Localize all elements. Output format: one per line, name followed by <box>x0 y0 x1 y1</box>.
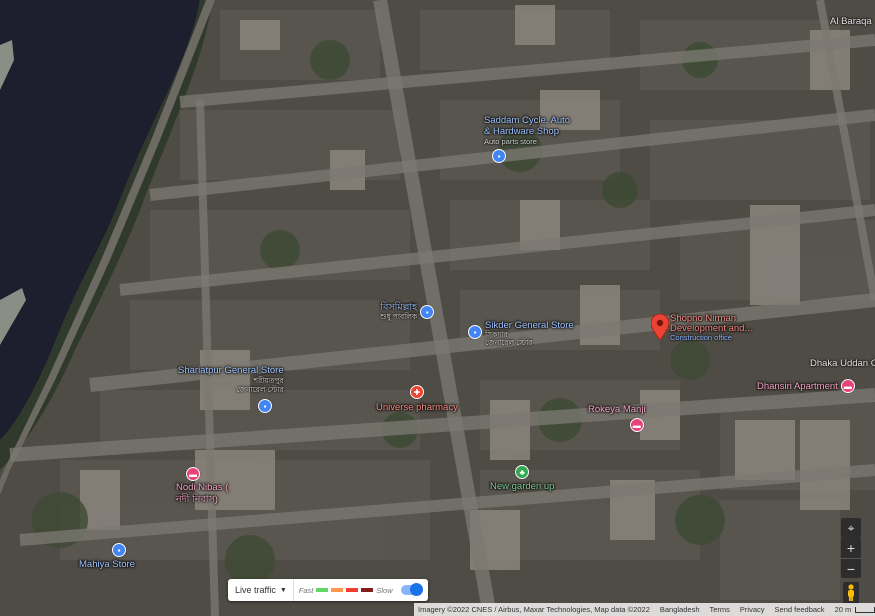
toggle-knob <box>410 583 423 596</box>
traffic-legend: Fast Slow <box>294 586 398 595</box>
poi-label-2: নদী নিবাস) <box>176 494 218 505</box>
scale-label[interactable]: 20 m <box>835 605 852 614</box>
traffic-segment-slow <box>346 588 359 592</box>
privacy-link[interactable]: Privacy <box>740 605 765 614</box>
red-pin-icon[interactable] <box>651 314 669 340</box>
poi-label: Saddam Cycle, Auto <box>484 115 571 126</box>
poi-category: জেনারেল স্টোর <box>236 385 284 394</box>
map-footer: Imagery ©2022 CNES / Airbus, Maxar Techn… <box>414 603 875 616</box>
poi-label-2: & Hardware Shop <box>484 126 559 137</box>
poi-label-2: শুধু পাবলিক <box>380 312 418 321</box>
shopping-bag-icon: ▪ <box>258 399 272 413</box>
poi-bishimillah[interactable]: বিসমিল্লাহ শুধু পাবলিক ▪ <box>380 303 435 321</box>
poi-label: Nodi Nibas ( <box>176 482 229 493</box>
poi-saddam-cycle[interactable]: Saddam Cycle, Auto & Hardware Shop Auto … <box>484 116 570 163</box>
traffic-segment-fast <box>316 588 329 592</box>
country-label: Bangladesh <box>659 605 700 614</box>
poi-sikder[interactable]: ▪ Sikder General Store সিকদার জেনারেল স্… <box>468 321 574 347</box>
poi-label: Shariatpur General Store <box>178 365 284 376</box>
poi-rokeya-manji[interactable]: Rokeya Manji ▬ <box>588 405 646 432</box>
crosshair-icon: ⌖ <box>847 520 855 535</box>
imagery-attribution: Imagery ©2022 CNES / Airbus, Maxar Techn… <box>418 605 650 614</box>
park-icon: ♣ <box>515 465 530 479</box>
zoom-out-button[interactable]: − <box>841 558 861 579</box>
edge-label-al-baraqa: Al Baraqa <box>830 16 872 27</box>
lodging-icon: ▬ <box>840 379 855 393</box>
satellite-imagery <box>0 0 875 616</box>
shopping-bag-icon: ▪ <box>492 149 506 163</box>
shopping-bag-icon: ▪ <box>468 325 482 339</box>
pegman-street-view[interactable] <box>843 582 859 604</box>
caret-down-icon: ▼ <box>279 586 287 594</box>
scale-bar <box>855 606 875 613</box>
traffic-slow-label: Slow <box>376 585 393 595</box>
shopping-bag-icon: ▪ <box>112 543 126 557</box>
terms-link[interactable]: Terms <box>710 605 730 614</box>
lodging-icon: ▬ <box>629 418 644 432</box>
map-canvas[interactable]: Al Baraqa Dhaka Uddan C Saddam Cycle, Au… <box>0 0 875 616</box>
zoom-in-button[interactable]: + <box>841 538 861 558</box>
live-traffic-label: Live traffic <box>235 585 276 595</box>
poi-universe-pharmacy[interactable]: ✚ Universe pharmacy <box>376 385 458 413</box>
feedback-link[interactable]: Send feedback <box>775 605 825 614</box>
traffic-fast-label: Fast <box>298 585 314 595</box>
poi-category: Construction office <box>670 333 732 342</box>
shopping-bag-icon: ▪ <box>420 305 435 319</box>
poi-mahiya-store[interactable]: ▪ Mahiya Store <box>79 543 135 570</box>
poi-shopno-nirman[interactable]: Shopno Nirman Development and... Constru… <box>670 314 752 342</box>
traffic-segment-very-slow <box>361 588 374 592</box>
poi-category: জেনারেল স্টোর <box>485 338 533 347</box>
poi-label: Rokeya Manji <box>588 404 646 415</box>
poi-label-2: শরীয়তপুর <box>253 376 284 385</box>
traffic-segment-medium <box>331 588 344 592</box>
lodging-icon: ▬ <box>186 467 200 481</box>
traffic-toggle[interactable] <box>401 583 423 596</box>
poi-label: New garden up <box>490 481 555 492</box>
poi-label: Mahiya Store <box>79 559 135 570</box>
zoom-control: + − <box>841 538 861 578</box>
poi-nodi-nibas[interactable]: ▬ Nodi Nibas ( নদী নিবাস) <box>176 467 228 505</box>
poi-dhansiri[interactable]: Dhansiri Apartment ▬ <box>757 379 855 393</box>
poi-category: Auto parts store <box>484 137 537 146</box>
my-location-button[interactable]: ⌖ <box>841 518 861 538</box>
pegman-icon <box>848 584 854 601</box>
live-traffic-dropdown[interactable]: Live traffic ▼ <box>228 579 294 601</box>
poi-new-garden[interactable]: ♣ New garden up <box>490 465 554 492</box>
poi-label: Dhansiri Apartment <box>757 381 838 392</box>
pharmacy-icon: ✚ <box>409 385 424 399</box>
poi-label: Universe pharmacy <box>376 402 458 413</box>
traffic-widget: Live traffic ▼ Fast Slow <box>228 579 428 601</box>
edge-label-dhaka-uddan: Dhaka Uddan C <box>810 358 875 369</box>
poi-shariatpur[interactable]: Shariatpur General Store শরীয়তপুর জেনার… <box>178 366 284 413</box>
